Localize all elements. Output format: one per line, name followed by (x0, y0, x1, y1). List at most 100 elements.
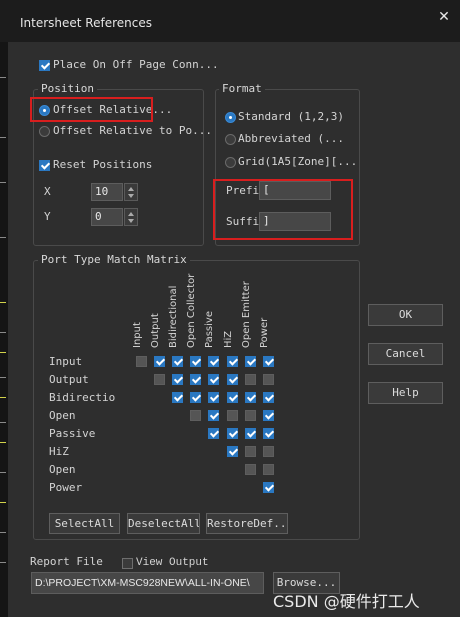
matrix-cell-checkbox[interactable] (226, 410, 238, 421)
offset-relative-to-port-label: Offset Relative to Po... (53, 124, 212, 137)
place-off-page-label: Place On Off Page Conn... (53, 58, 219, 71)
matrix-row-label: HiZ (49, 445, 69, 458)
matrix-cell-checkbox[interactable] (262, 464, 274, 475)
matrix-column-header: Bidirectional (168, 285, 180, 348)
edge-tick (0, 237, 6, 238)
view-output-label: View Output (136, 557, 209, 569)
matrix-group-label: Port Type Match Matrix (38, 253, 190, 266)
matrix-cell-checkbox[interactable] (226, 428, 238, 439)
x-stepper[interactable] (124, 183, 138, 201)
matrix-cell-checkbox[interactable] (190, 410, 202, 421)
report-file-label: Report File (30, 555, 103, 568)
matrix-cell-checkbox[interactable] (208, 392, 220, 403)
edge-tick (0, 562, 6, 563)
matrix-cell-checkbox[interactable] (226, 356, 238, 367)
view-output-checkbox[interactable] (122, 558, 133, 569)
edge-tick (0, 182, 6, 183)
matrix-column-header: Open Emitter (240, 281, 252, 348)
matrix-cell-checkbox[interactable] (172, 392, 184, 403)
matrix-cell-checkbox[interactable] (172, 374, 184, 385)
matrix-cell-checkbox[interactable] (262, 356, 274, 367)
matrix-column-header: Passive (204, 311, 216, 348)
report-file-path-field[interactable]: D:\PROJECT\XM-MSC928NEW\ALL-IN-ONE\ (31, 572, 264, 594)
edge-tick (0, 422, 6, 423)
matrix-cell-checkbox[interactable] (244, 410, 256, 421)
edge-tick (0, 302, 6, 303)
matrix-cell-checkbox[interactable] (262, 446, 274, 457)
help-button[interactable]: Help (368, 382, 443, 404)
format-standard-label: Standard (1,2,3) (238, 110, 344, 123)
edge-tick (0, 397, 6, 398)
edge-tick (0, 352, 6, 353)
format-abbreviated-label: Abbreviated (... (238, 132, 344, 145)
matrix-row-label: Input (49, 355, 83, 368)
matrix-cell-checkbox[interactable] (244, 392, 256, 403)
format-abbreviated-radio[interactable] (225, 134, 236, 145)
matrix-cell-checkbox[interactable] (262, 374, 274, 385)
matrix-column-header: Power (258, 317, 270, 348)
ok-button[interactable]: OK (368, 304, 443, 326)
position-group-label: Position (38, 82, 97, 95)
matrix-column-header: Output (150, 313, 162, 348)
highlight-box-prefix-suffix (213, 179, 353, 240)
edge-tick (0, 532, 6, 533)
matrix-cell-checkbox[interactable] (154, 356, 166, 367)
matrix-cell-checkbox[interactable] (208, 356, 220, 367)
matrix-cell-checkbox[interactable] (244, 374, 256, 385)
matrix-cell-checkbox[interactable] (244, 428, 256, 439)
format-standard-radio[interactable] (225, 112, 236, 123)
format-grid-label: Grid(1A5[Zone][... (238, 155, 358, 168)
matrix-row-label: Bidirectior (49, 391, 115, 404)
matrix-cell-checkbox[interactable] (208, 410, 220, 421)
matrix-cell-checkbox[interactable] (208, 374, 220, 385)
x-field[interactable]: 10 (91, 183, 123, 201)
restore-defaults-button[interactable]: RestoreDef... (206, 513, 288, 534)
matrix-cell-checkbox[interactable] (226, 374, 238, 385)
matrix-cell-checkbox[interactable] (262, 392, 274, 403)
matrix-cell-checkbox[interactable] (262, 482, 274, 493)
offset-relative-to-port-radio[interactable] (39, 126, 50, 137)
matrix-column-header: HiZ (222, 330, 234, 348)
window-title: Intersheet References (20, 16, 152, 30)
edge-tick (0, 377, 6, 378)
format-group-label: Format (219, 82, 265, 95)
edge-tick (0, 442, 6, 443)
matrix-cell-checkbox[interactable] (154, 374, 166, 385)
reset-positions-label: Reset Positions (53, 158, 153, 171)
matrix-cell-checkbox[interactable] (226, 446, 238, 457)
matrix-cell-checkbox[interactable] (208, 428, 220, 439)
select-all-button[interactable]: SelectAll (49, 513, 120, 534)
edge-tick (0, 502, 6, 503)
matrix-cell-checkbox[interactable] (244, 356, 256, 367)
matrix-cell-checkbox[interactable] (190, 356, 202, 367)
y-label: Y (44, 210, 51, 223)
matrix-cell-checkbox[interactable] (190, 374, 202, 385)
matrix-column-header: Open Collector (186, 273, 198, 348)
matrix-cell-checkbox[interactable] (226, 392, 238, 403)
matrix-row-label: Output (49, 373, 89, 386)
matrix-row-label: Passive (49, 427, 96, 440)
matrix-row-label: Power (49, 481, 83, 494)
matrix-cell-checkbox[interactable] (172, 356, 184, 367)
edge-tick (0, 332, 6, 333)
matrix-cell-checkbox[interactable] (262, 410, 274, 421)
title-bar[interactable]: Intersheet References ✕ (0, 0, 460, 42)
edge-tick (0, 472, 6, 473)
matrix-row-label: Open (49, 463, 76, 476)
deselect-all-button[interactable]: DeselectAll (127, 513, 200, 534)
y-field[interactable]: 0 (91, 208, 123, 226)
matrix-cell-checkbox[interactable] (244, 446, 256, 457)
close-icon[interactable]: ✕ (436, 9, 452, 25)
reset-positions-checkbox[interactable] (39, 160, 50, 171)
format-grid-radio[interactable] (225, 157, 236, 168)
cancel-button[interactable]: Cancel (368, 343, 443, 365)
matrix-cell-checkbox[interactable] (190, 392, 202, 403)
watermark-text: CSDN @硬件打工人 (273, 592, 420, 611)
matrix-cell-checkbox[interactable] (136, 356, 147, 367)
background-window-edge (0, 42, 8, 617)
matrix-cell-checkbox[interactable] (262, 428, 274, 439)
y-stepper[interactable] (124, 208, 138, 226)
matrix-cell-checkbox[interactable] (244, 464, 256, 475)
edge-tick (0, 77, 6, 78)
place-off-page-checkbox[interactable] (39, 60, 50, 71)
